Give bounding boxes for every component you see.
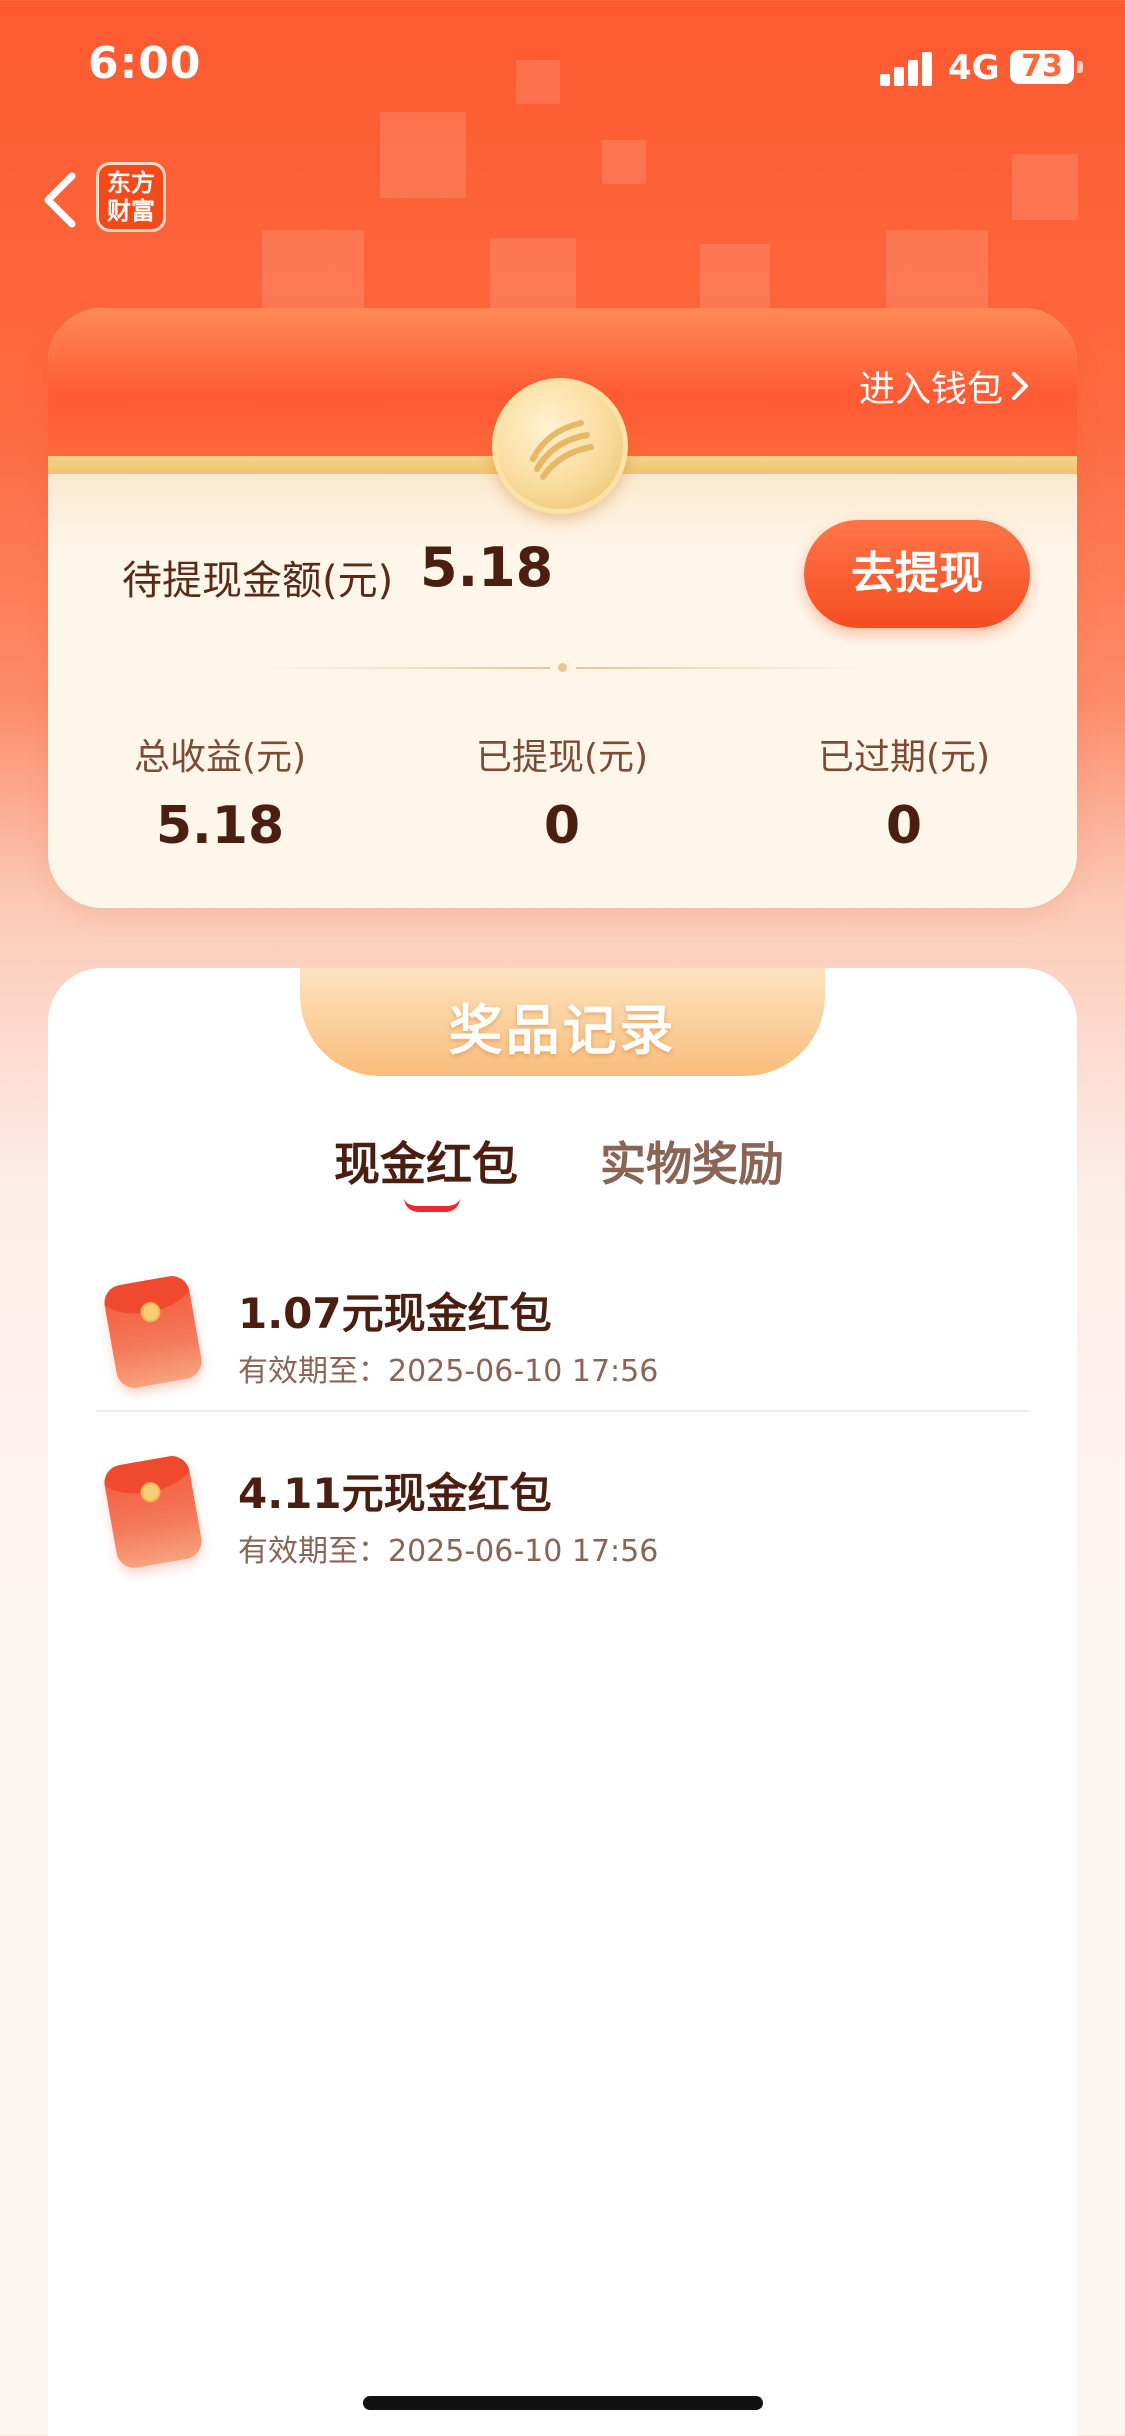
stat-label: 总收益(元): [133, 737, 307, 778]
prize-records-card: 奖品记录 现金红包 实物奖励 1.07元现金红包 有效期至：2025-06-10…: [48, 968, 1077, 2436]
record-item[interactable]: 4.11元现金红包 有效期至：2025-06-10 17:56: [48, 1438, 1077, 1618]
divider-dot: [558, 663, 567, 672]
stat-total-earnings: 总收益(元) 5.18: [90, 728, 350, 856]
stat-expired: 已过期(元) 0: [774, 728, 1034, 856]
status-time: 6:00: [88, 38, 202, 89]
logo-line1: 东方: [107, 169, 155, 197]
decor-square: [490, 238, 576, 310]
decor-square: [1012, 154, 1078, 220]
record-expiry: 有效期至：2025-06-10 17:56: [238, 1354, 659, 1389]
battery-tip: [1077, 61, 1083, 73]
stat-withdrawn: 已提现(元) 0: [432, 728, 692, 856]
coin-icon: [492, 378, 628, 514]
chevron-left-icon: [44, 172, 76, 228]
record-title: 4.11元现金红包: [238, 1469, 552, 1518]
enter-wallet-link[interactable]: 进入钱包: [859, 360, 1031, 412]
red-envelope-icon: [101, 1273, 205, 1391]
decor-square: [602, 140, 646, 184]
network-label: 4G: [948, 48, 1000, 88]
pending-amount-value: 5.18: [420, 536, 554, 599]
logo-line2: 财富: [107, 197, 155, 225]
divider-right: [576, 667, 864, 669]
status-bar: 6:00 4G 73: [0, 0, 1125, 140]
stat-label: 已提现(元): [475, 737, 649, 778]
battery-icon: 73: [1010, 50, 1074, 84]
red-envelope-icon: [101, 1453, 205, 1571]
decor-square: [700, 244, 770, 310]
stat-value: 0: [885, 796, 923, 856]
decor-square: [262, 230, 364, 310]
records-title: 奖品记录: [448, 999, 677, 1062]
decor-square: [886, 230, 988, 310]
tab-cash-red-packet[interactable]: 现金红包: [334, 1128, 518, 1194]
chevron-right-icon: [1012, 372, 1028, 400]
enter-wallet-label: 进入钱包: [858, 369, 1003, 410]
tab-active-indicator: [404, 1198, 460, 1212]
wallet-card: 进入钱包 待提现金额(元) 5.18 去提现 总收益(元) 5.18 已提现(元…: [48, 308, 1077, 908]
back-button[interactable]: [34, 164, 90, 236]
record-divider: [96, 1410, 1029, 1412]
pending-amount-label: 待提现金额(元): [122, 558, 394, 604]
stat-label: 已过期(元): [817, 737, 991, 778]
divider-left: [262, 667, 550, 669]
record-expiry: 有效期至：2025-06-10 17:56: [238, 1534, 659, 1569]
stat-value: 5.18: [155, 796, 285, 856]
signal-icon: [880, 52, 934, 86]
stat-value: 0: [543, 796, 581, 856]
app-logo: 东方 财富: [96, 162, 166, 232]
home-indicator[interactable]: [363, 2396, 763, 2410]
tab-physical-rewards[interactable]: 实物奖励: [600, 1128, 784, 1194]
record-title: 1.07元现金红包: [238, 1289, 552, 1338]
withdraw-button[interactable]: 去提现: [804, 520, 1030, 628]
